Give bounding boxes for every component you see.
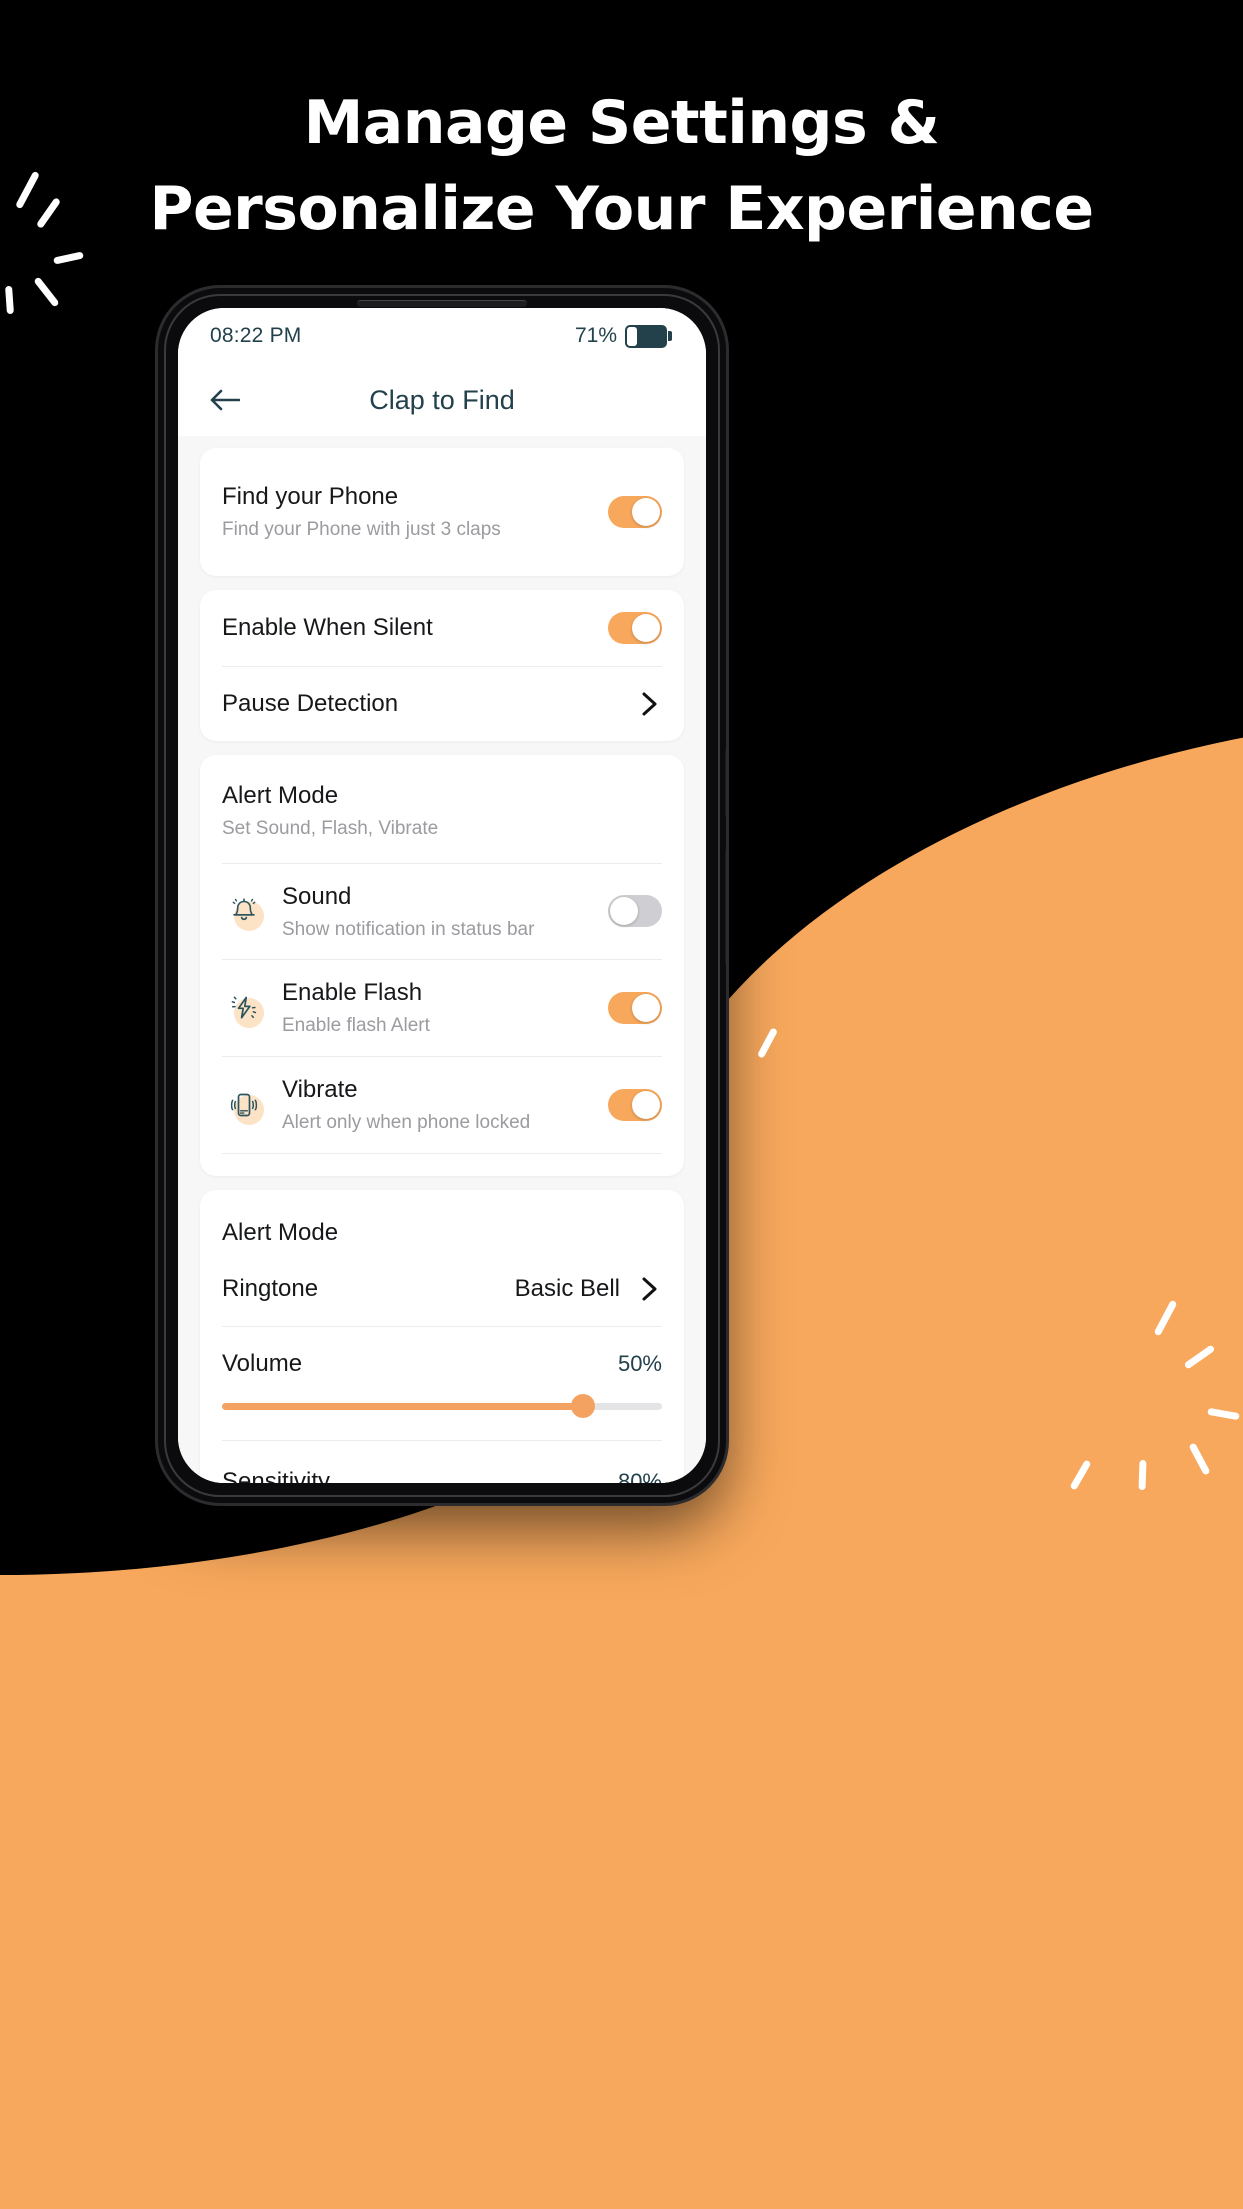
phone-mockup: 08:22 PM 71% Clap to Find Find your Phon… bbox=[158, 288, 726, 1503]
sparkle-dash bbox=[5, 285, 14, 315]
flash-icon bbox=[222, 986, 266, 1030]
volume-value: 50% bbox=[617, 1350, 662, 1376]
row-subtitle: Show notification in status bar bbox=[282, 918, 535, 940]
chevron-right-icon bbox=[636, 1276, 662, 1302]
row-title: Pause Detection bbox=[222, 689, 399, 717]
row-text: Ringtone bbox=[222, 1274, 515, 1304]
chevron-right-icon bbox=[636, 691, 662, 717]
row-title: Sensitivity bbox=[222, 1467, 331, 1483]
row-find-your-phone[interactable]: Find your Phone Find your Phone with jus… bbox=[222, 448, 662, 576]
card-find-your-phone: Find your Phone Find your Phone with jus… bbox=[200, 448, 684, 576]
row-title: Volume bbox=[222, 1349, 303, 1377]
card-subtitle: Set Sound, Flash, Vibrate bbox=[222, 817, 439, 839]
toggle-vibrate[interactable] bbox=[608, 1088, 662, 1121]
phone-power-button bbox=[725, 848, 726, 966]
row-enable-flash[interactable]: Enable Flash Enable flash Alert bbox=[222, 960, 662, 1056]
row-title: Enable When Silent bbox=[222, 613, 433, 641]
toggle-enable-flash[interactable] bbox=[608, 992, 662, 1025]
app-bar: Clap to Find bbox=[178, 364, 706, 436]
battery-icon bbox=[625, 324, 672, 348]
sparkle-dash bbox=[33, 276, 60, 308]
row-title: Vibrate bbox=[282, 1076, 358, 1103]
row-subtitle: Alert only when phone locked bbox=[282, 1112, 531, 1133]
sensitivity-value: 80% bbox=[617, 1468, 662, 1483]
card-alert-mode: Alert Mode Set Sound, Flash, Vibrate Sou… bbox=[200, 754, 684, 1176]
row-subtitle: Find your Phone with just 3 claps bbox=[222, 519, 501, 540]
row-title: Enable Flash bbox=[282, 979, 423, 1007]
status-bar-right: 71% bbox=[575, 324, 672, 348]
row-subtitle: Enable flash Alert bbox=[282, 1015, 430, 1037]
row-pause-detection[interactable]: Pause Detection bbox=[222, 667, 662, 741]
battery-percent-label: 71% bbox=[574, 324, 617, 347]
row-vibrate[interactable]: Vibrate Alert only when phone locked bbox=[222, 1057, 662, 1153]
row-text: Pause Detection bbox=[222, 689, 636, 719]
card-silent-settings: Enable When Silent Pause Detection bbox=[200, 589, 684, 741]
alert-mode-settings-header: Alert Mode bbox=[222, 1190, 662, 1268]
bell-icon bbox=[222, 889, 266, 933]
row-text: Vibrate Alert only when phone locked bbox=[282, 1075, 608, 1135]
phone-earpiece bbox=[357, 300, 527, 307]
row-title: Ringtone bbox=[222, 1274, 319, 1302]
vibrate-icon bbox=[222, 1083, 266, 1127]
sparkle-dash bbox=[53, 251, 84, 265]
promo-title-line-1: Manage Settings & bbox=[303, 88, 940, 158]
phone-screen: 08:22 PM 71% Clap to Find Find your Phon… bbox=[178, 308, 706, 1483]
page-title: Clap to Find bbox=[369, 384, 515, 415]
row-title: Find your Phone bbox=[222, 483, 399, 510]
row-sound[interactable]: Sound Show notification in status bar bbox=[222, 864, 662, 960]
row-text: Sound Show notification in status bar bbox=[282, 882, 608, 942]
status-bar: 08:22 PM 71% bbox=[178, 308, 706, 364]
toggle-sound[interactable] bbox=[608, 895, 662, 928]
row-enable-when-silent[interactable]: Enable When Silent bbox=[222, 590, 662, 666]
sparkle-dash bbox=[1138, 1459, 1147, 1491]
settings-list[interactable]: Find your Phone Find your Phone with jus… bbox=[178, 436, 706, 1483]
row-title: Sound bbox=[282, 882, 352, 910]
promo-stage: Manage Settings & Personalize Your Exper… bbox=[0, 0, 1243, 2209]
slider-fill bbox=[222, 1402, 583, 1410]
card-title: Alert Mode bbox=[222, 781, 339, 809]
row-text: Sensitivity bbox=[222, 1467, 618, 1483]
alert-mode-header: Alert Mode Set Sound, Flash, Vibrate bbox=[222, 755, 662, 863]
row-text: Find your Phone Find your Phone with jus… bbox=[222, 482, 608, 542]
slider-track[interactable] bbox=[222, 1394, 662, 1419]
card-bottom-spacer bbox=[222, 1154, 662, 1176]
section-volume: Volume 50% bbox=[222, 1327, 662, 1440]
promo-title-line-2: Personalize Your Experience bbox=[149, 174, 1094, 244]
volume-header: Volume 50% bbox=[222, 1349, 662, 1379]
status-time: 08:22 PM bbox=[210, 324, 302, 347]
row-sensitivity[interactable]: Sensitivity 80% bbox=[222, 1441, 662, 1483]
row-text: Volume bbox=[222, 1349, 618, 1379]
back-arrow-icon[interactable] bbox=[208, 383, 242, 417]
row-ringtone[interactable]: Ringtone Basic Bell bbox=[222, 1268, 662, 1326]
promo-title: Manage Settings & Personalize Your Exper… bbox=[0, 80, 1243, 252]
volume-slider[interactable] bbox=[222, 1379, 662, 1440]
row-text: Enable When Silent bbox=[222, 613, 608, 643]
row-text: Enable Flash Enable flash Alert bbox=[282, 978, 608, 1038]
card-alert-mode-settings: Alert Mode Ringtone Basic Bell Volume 50… bbox=[200, 1189, 684, 1483]
phone-volume-button bbox=[725, 748, 726, 818]
slider-thumb[interactable] bbox=[570, 1394, 595, 1419]
toggle-enable-when-silent[interactable] bbox=[608, 611, 662, 644]
card-title: Alert Mode bbox=[222, 1218, 339, 1246]
ringtone-value: Basic Bell bbox=[514, 1274, 620, 1302]
toggle-find-your-phone[interactable] bbox=[608, 495, 662, 528]
